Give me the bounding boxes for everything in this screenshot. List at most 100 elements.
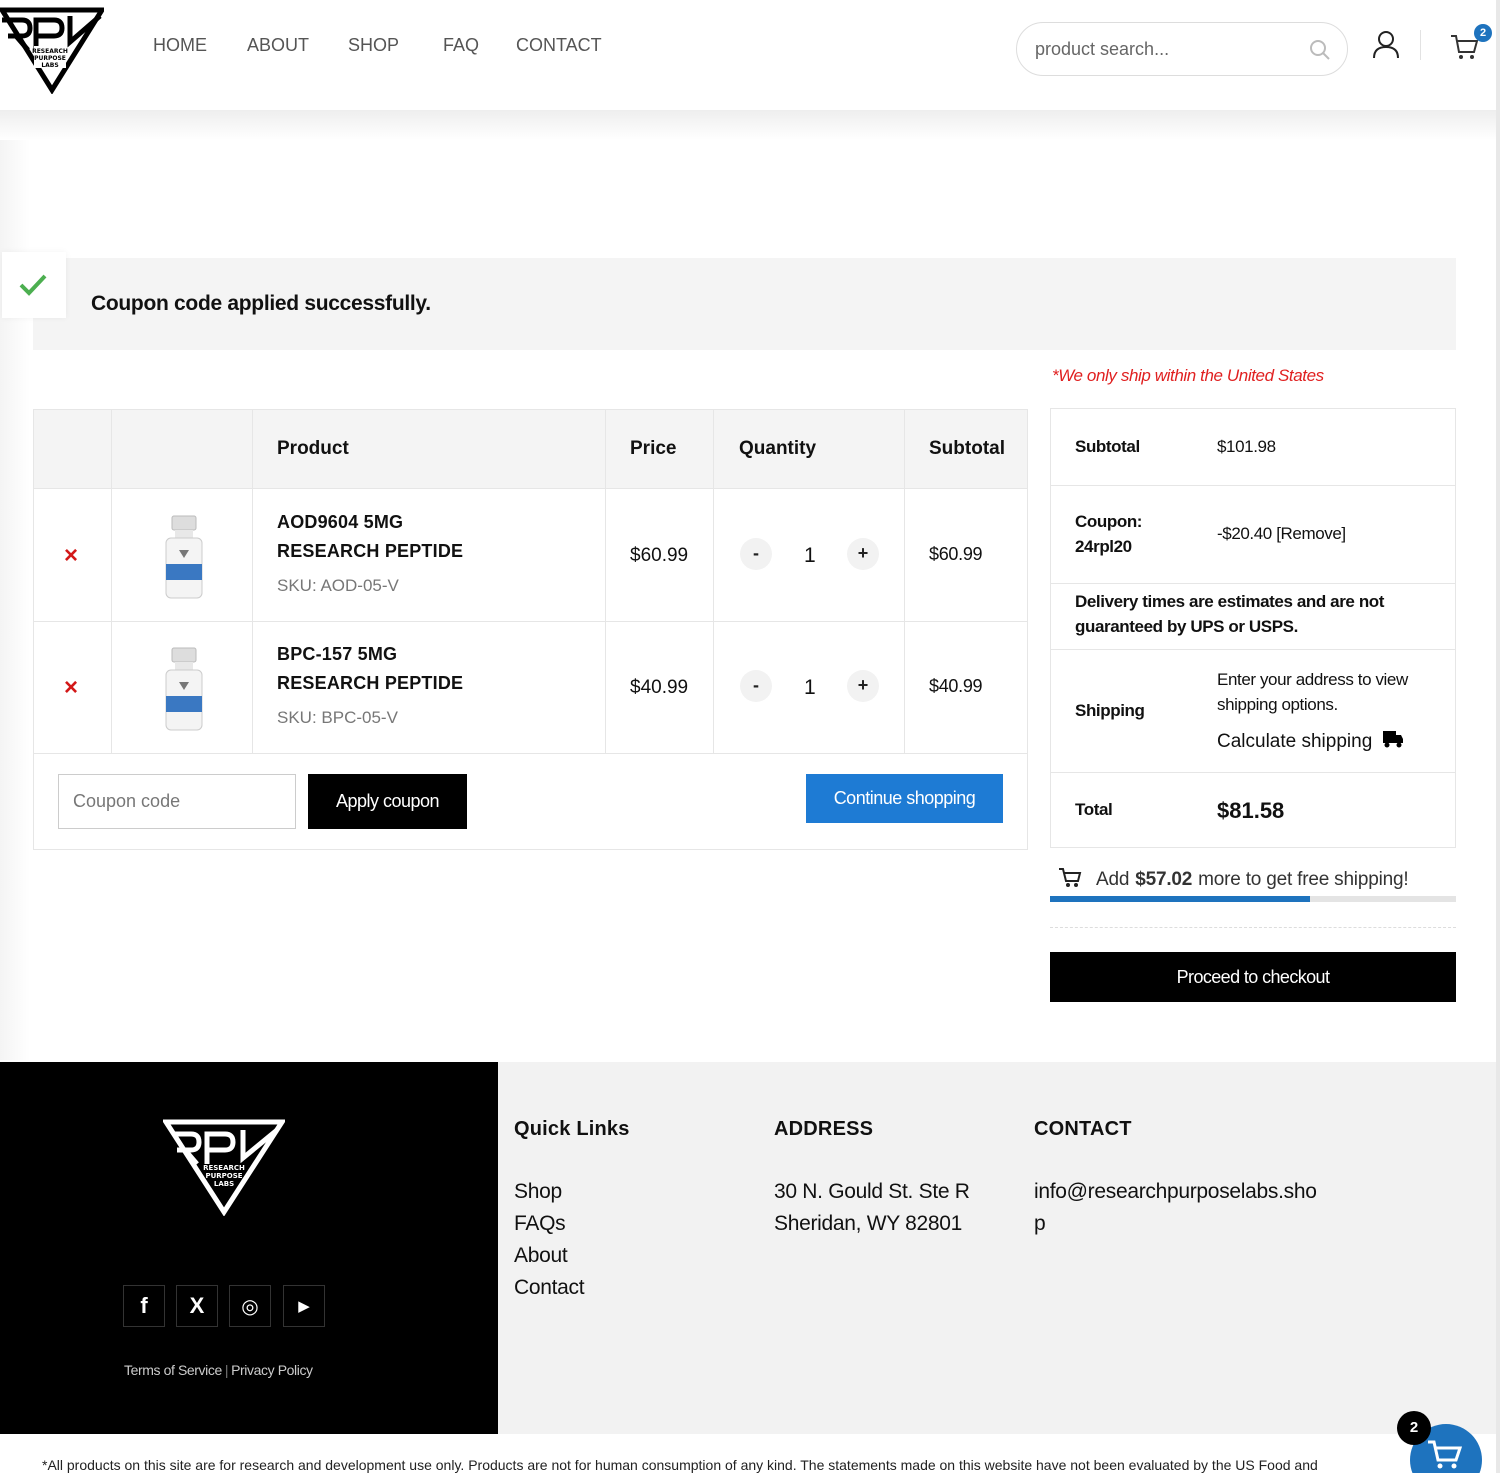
product-price: $60.99 xyxy=(630,545,689,566)
youtube-glyph: ▶ xyxy=(298,1298,310,1315)
cart-table: Product Price Quantity Subtotal × AOD960… xyxy=(33,409,1028,850)
product-name-line: RESEARCH PEPTIDE xyxy=(277,673,464,693)
svg-text:PURPOSE: PURPOSE xyxy=(205,1172,242,1180)
nav-shop[interactable]: SHOP xyxy=(348,35,399,56)
research-disclaimer: *All products on this site are for resea… xyxy=(42,1457,1318,1473)
free-shipping-prefix: Add xyxy=(1096,869,1130,890)
svg-text:LABS: LABS xyxy=(214,1180,234,1188)
column-subtotal: Subtotal xyxy=(929,438,1005,459)
product-name-line: RESEARCH PEPTIDE xyxy=(277,541,464,561)
terms-of-service-link[interactable]: Terms of Service xyxy=(124,1362,222,1378)
header-shadow xyxy=(0,110,1500,140)
footer-link-shop[interactable]: Shop xyxy=(514,1180,562,1204)
checkmark-icon xyxy=(18,272,48,303)
totals-divider xyxy=(1051,649,1455,650)
address-line: Sheridan, WY 82801 xyxy=(774,1212,963,1235)
quantity-value[interactable]: 1 xyxy=(804,676,816,700)
proceed-to-checkout-button[interactable]: Proceed to checkout xyxy=(1050,952,1456,1002)
delivery-note: Delivery times are estimates and are not… xyxy=(1075,589,1384,639)
rpl-logo[interactable]: RESEARCH PURPOSE LABS xyxy=(0,6,107,95)
remove-item-button[interactable]: × xyxy=(64,542,78,570)
contact-heading: CONTACT xyxy=(1034,1118,1132,1140)
shipping-label: Shipping xyxy=(1075,701,1145,720)
legal-links: Terms of Service | Privacy Policy xyxy=(124,1362,313,1378)
nav-about[interactable]: ABOUT xyxy=(247,35,309,56)
calculate-shipping-label: Calculate shipping xyxy=(1217,731,1373,752)
footer-link-faqs[interactable]: FAQs xyxy=(514,1212,566,1236)
calculate-shipping-link[interactable]: Calculate shipping xyxy=(1217,729,1404,755)
footer-link-about[interactable]: About xyxy=(514,1244,568,1268)
product-image[interactable] xyxy=(162,514,206,607)
coupon-discount: -$20.40 [Remove] xyxy=(1217,521,1346,546)
shipping-info-line: shipping options. xyxy=(1217,695,1338,714)
quantity-increase-button[interactable]: + xyxy=(847,670,879,702)
column-divider xyxy=(111,410,112,753)
delivery-note-line: guaranteed by UPS or USPS. xyxy=(1075,617,1298,636)
x-icon[interactable]: X xyxy=(176,1285,218,1327)
quantity-value[interactable]: 1 xyxy=(804,544,816,568)
dashed-divider xyxy=(1050,927,1456,928)
column-divider xyxy=(605,410,606,753)
x-glyph: X xyxy=(189,1293,205,1318)
nav-contact[interactable]: CONTACT xyxy=(516,35,602,56)
footer-rpl-logo[interactable]: RESEARCH PURPOSE LABS xyxy=(161,1118,287,1221)
column-product: Product xyxy=(277,438,349,459)
contact-email-link[interactable]: info@researchpurposelabs.sho xyxy=(1034,1180,1317,1204)
shipping-info: Enter your address to view shipping opti… xyxy=(1217,667,1408,717)
free-shipping-amount: $57.02 xyxy=(1135,869,1193,890)
address-heading: ADDRESS xyxy=(774,1118,874,1140)
product-sku: SKU: AOD-05-V xyxy=(277,576,399,595)
floating-cart-count-badge: 2 xyxy=(1397,1411,1431,1445)
product-image[interactable] xyxy=(162,646,206,739)
nav-home[interactable]: HOME xyxy=(153,35,207,56)
free-shipping-message: Add $57.02 more to get free shipping! xyxy=(1058,866,1409,894)
free-shipping-suffix: more to get free shipping! xyxy=(1198,869,1409,890)
cart-count-badge: 2 xyxy=(1474,24,1492,42)
footer-links-panel xyxy=(498,1062,1496,1434)
nav-faq[interactable]: FAQ xyxy=(443,35,479,56)
item-subtotal: $60.99 xyxy=(929,544,983,564)
product-name[interactable]: BPC-157 5MG RESEARCH PEPTIDE xyxy=(277,640,463,698)
instagram-icon[interactable]: ◎ xyxy=(229,1285,271,1327)
quantity-increase-button[interactable]: + xyxy=(847,538,879,570)
coupon-label-text: Coupon: xyxy=(1075,512,1143,531)
column-price: Price xyxy=(630,438,677,459)
continue-shopping-button[interactable]: Continue shopping xyxy=(806,774,1003,823)
search-icon[interactable] xyxy=(1309,39,1331,66)
free-shipping-progress-fill xyxy=(1050,896,1310,902)
coupon-label: Coupon: 24rpl20 xyxy=(1075,509,1142,559)
contact-email-link-continued[interactable]: p xyxy=(1034,1212,1046,1236)
apply-coupon-button[interactable]: Apply coupon xyxy=(308,774,467,829)
cart-ribbon-icon xyxy=(1058,866,1082,894)
subtotal-value: $101.98 xyxy=(1217,437,1276,456)
facebook-glyph: f xyxy=(140,1293,148,1318)
product-price: $40.99 xyxy=(630,677,689,698)
coupon-code-input[interactable] xyxy=(58,774,296,829)
delivery-note-line: Delivery times are estimates and are not xyxy=(1075,592,1385,611)
product-name[interactable]: AOD9604 5MG RESEARCH PEPTIDE xyxy=(277,508,463,566)
quantity-decrease-button[interactable]: - xyxy=(740,538,772,570)
row-divider xyxy=(34,621,1027,622)
header-divider xyxy=(1420,30,1421,60)
search-input[interactable] xyxy=(1035,35,1305,63)
footer-link-contact[interactable]: Contact xyxy=(514,1276,585,1300)
scrollbar-track[interactable] xyxy=(1496,0,1500,1473)
address-line: 30 N. Gould St. Ste R xyxy=(774,1180,970,1203)
remove-item-button[interactable]: × xyxy=(64,674,78,702)
facebook-icon[interactable]: f xyxy=(123,1285,165,1327)
quantity-decrease-button[interactable]: - xyxy=(740,670,772,702)
remove-coupon-link[interactable]: [Remove] xyxy=(1276,524,1346,543)
truck-icon xyxy=(1382,729,1404,755)
svg-text:LABS: LABS xyxy=(41,62,58,69)
total-label: Total xyxy=(1075,800,1113,819)
privacy-policy-link[interactable]: Privacy Policy xyxy=(231,1362,313,1378)
youtube-icon[interactable]: ▶ xyxy=(283,1285,325,1327)
shipping-restriction-note: *We only ship within the United States xyxy=(1052,366,1324,385)
search-box xyxy=(1016,22,1348,76)
item-subtotal: $40.99 xyxy=(929,676,983,696)
cart-table-header: Product Price Quantity Subtotal xyxy=(34,410,1027,489)
product-sku: SKU: BPC-05-V xyxy=(277,708,398,727)
user-account-icon[interactable] xyxy=(1372,30,1400,65)
coupon-discount-value: -$20.40 xyxy=(1217,524,1272,543)
cart-totals: Subtotal $101.98 Coupon: 24rpl20 -$20.40… xyxy=(1050,408,1456,848)
